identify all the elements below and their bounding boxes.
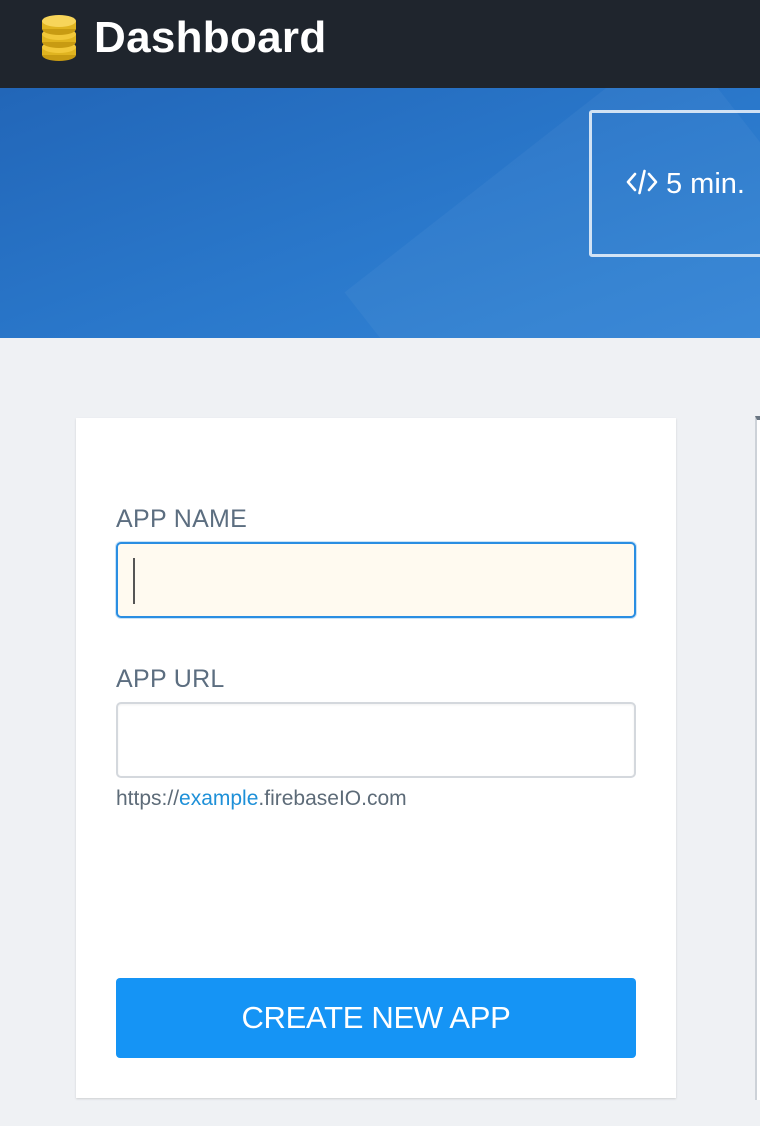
url-prefix: https://	[116, 787, 180, 810]
url-suffix: .firebaseIO.com	[258, 787, 407, 810]
app-url-label: APP URL	[116, 665, 225, 693]
dashboard-title: Dashboard	[94, 13, 327, 62]
text-cursor	[133, 558, 135, 604]
database-stack-icon[interactable]	[38, 11, 80, 63]
url-subdomain: example	[179, 787, 259, 810]
top-navigation-bar: Dashboard	[0, 0, 760, 88]
app-url-input[interactable]	[116, 702, 636, 778]
create-new-app-button[interactable]: CREATE NEW APP	[116, 978, 636, 1058]
hero-banner: 5 min.	[0, 88, 760, 338]
quickstart-card[interactable]: 5 min.	[589, 110, 760, 257]
url-preview: https://example.firebaseIO.com	[116, 786, 407, 812]
create-app-card: APP NAME APP URL https://example.firebas…	[76, 418, 676, 1098]
main-content: APP NAME APP URL https://example.firebas…	[0, 338, 760, 1126]
quickstart-label: 5 min.	[666, 167, 745, 200]
app-name-label: APP NAME	[116, 505, 248, 533]
adjacent-card-edge	[755, 416, 760, 1100]
code-icon	[626, 169, 658, 194]
app-name-input[interactable]	[116, 542, 636, 618]
